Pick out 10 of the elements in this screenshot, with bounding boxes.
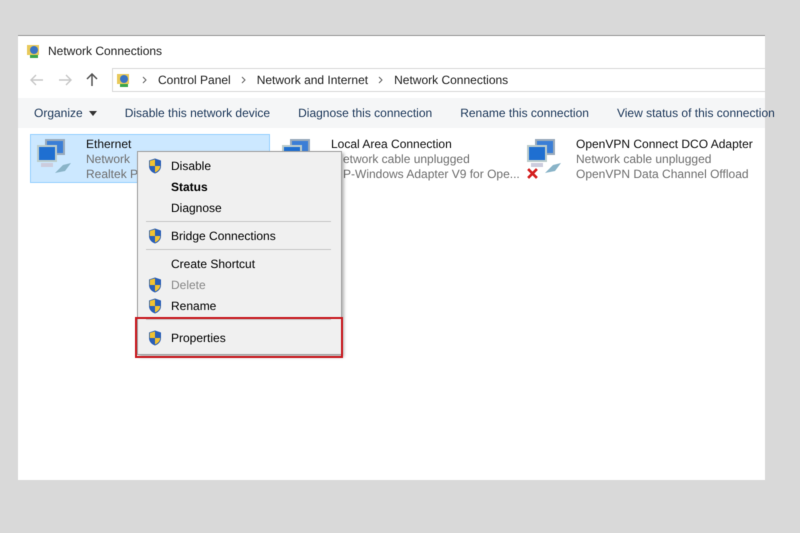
adapter-name: OpenVPN Connect DCO Adapter <box>576 137 753 152</box>
adapter-device: Realtek P <box>86 167 138 182</box>
adapter-status: etwork cable unplugged <box>342 152 471 167</box>
adapter-name: Local Area Connection <box>331 137 453 152</box>
window-title: Network Connections <box>48 44 162 58</box>
adapter-device: OpenVPN Data Channel Offload <box>576 167 750 182</box>
adapter-name: Ethernet <box>86 137 132 152</box>
adapter-status: Network cable unplugged <box>576 152 712 167</box>
adapter-status: Network <box>86 152 132 167</box>
adapter-device: P-Windows Adapter V9 for Ope... <box>342 167 520 182</box>
